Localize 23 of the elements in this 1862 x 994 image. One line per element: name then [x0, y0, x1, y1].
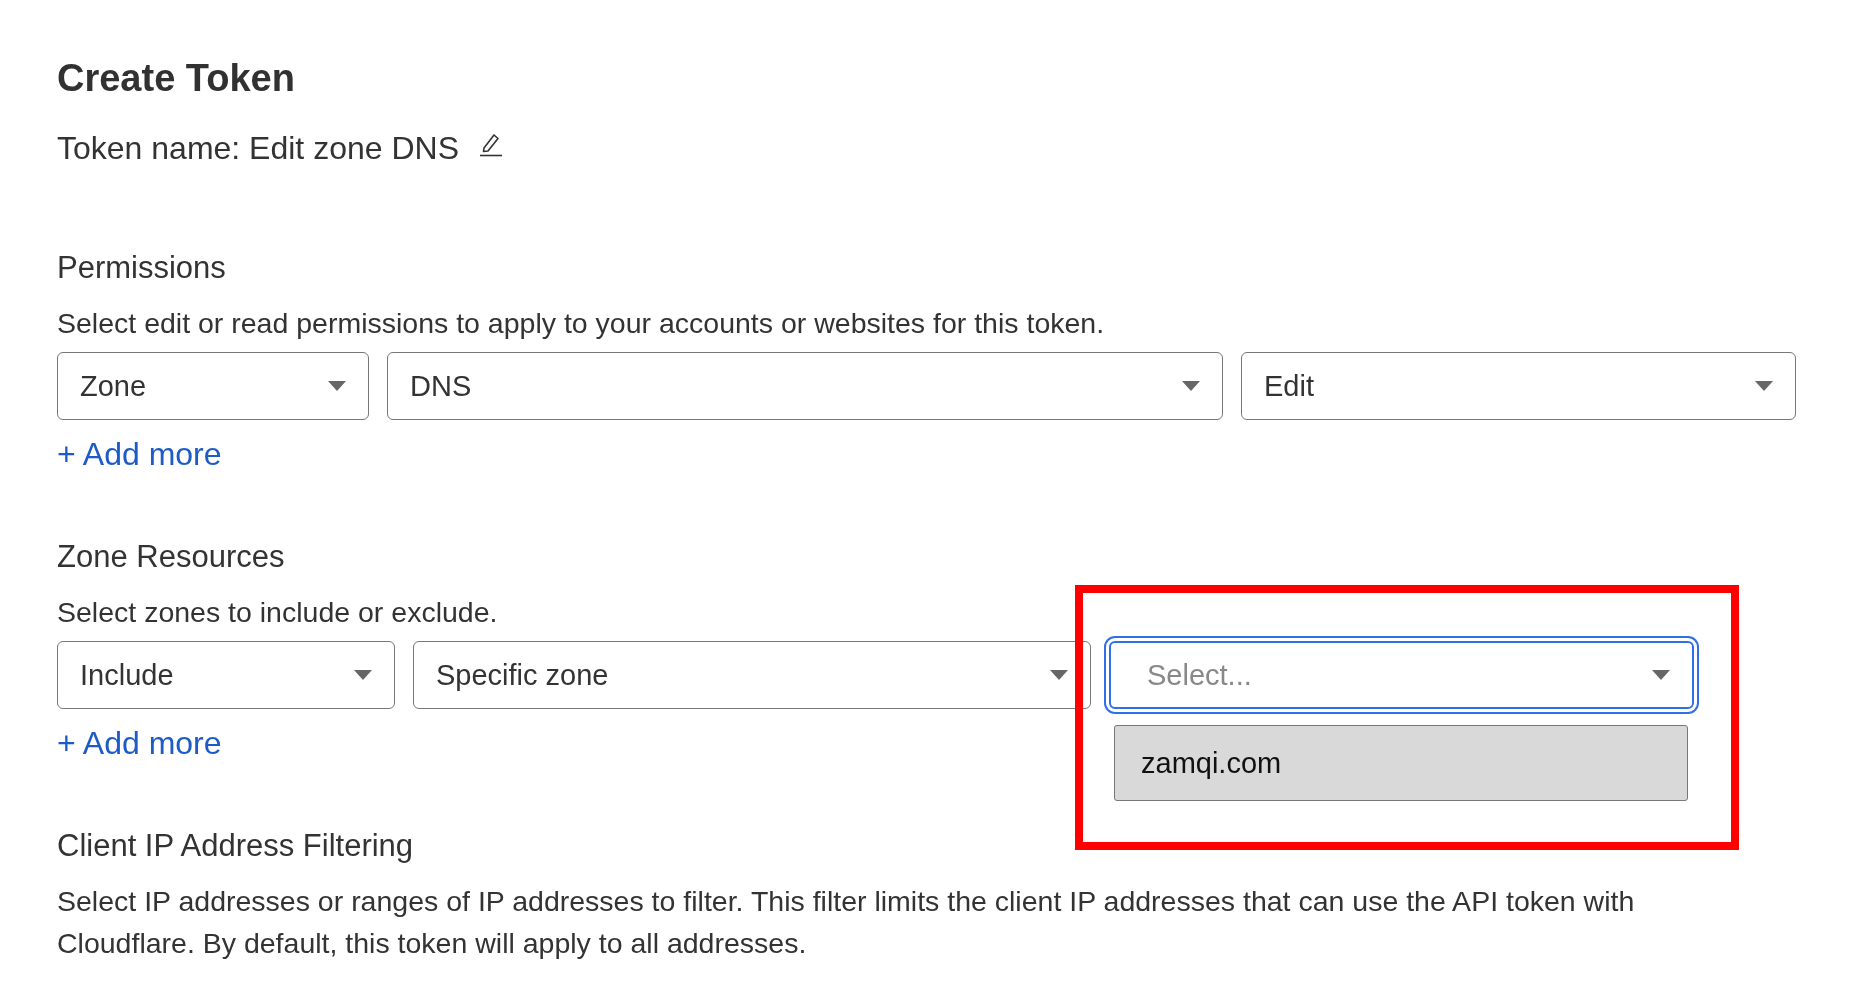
dropdown-field[interactable]: Zone — [57, 352, 369, 420]
caret-icon — [1182, 381, 1200, 391]
section-description: Select edit or read permissions to apply to your accounts or websites for this token. — [57, 306, 1106, 341]
caret-icon — [328, 381, 346, 391]
section-description: Select IP addresses or ranges of IP addresses to filter. This filter limits the client IP addresses that can use the API token with Cloudflare. By default, this token will apply to all addresses. — [57, 884, 1636, 961]
dropdown-field[interactable]: DNS — [387, 352, 1223, 420]
caret-icon — [1050, 670, 1068, 680]
caret-icon — [1755, 381, 1773, 391]
section-heading: Client IP Address Filtering — [57, 827, 415, 865]
section-heading: Permissions — [57, 249, 227, 287]
token-name: Token name: Edit zone DNS — [57, 129, 459, 168]
caret-icon — [354, 670, 372, 680]
section-heading: Zone Resources — [57, 538, 286, 576]
dropdown-option[interactable]: zamqi.com — [1114, 725, 1688, 801]
page-title: Create Token — [57, 56, 296, 101]
add-more-link[interactable]: + Add more — [57, 725, 222, 762]
edit-icon[interactable] — [479, 131, 503, 157]
dropdown-field[interactable]: Edit — [1241, 352, 1796, 420]
dropdown-field[interactable]: Specific zone — [413, 641, 1091, 709]
dropdown-field[interactable]: Include — [57, 641, 395, 709]
section-description: Select zones to include or exclude. — [57, 595, 499, 630]
add-more-link[interactable]: + Add more — [57, 436, 222, 473]
caret-icon — [1652, 670, 1670, 680]
